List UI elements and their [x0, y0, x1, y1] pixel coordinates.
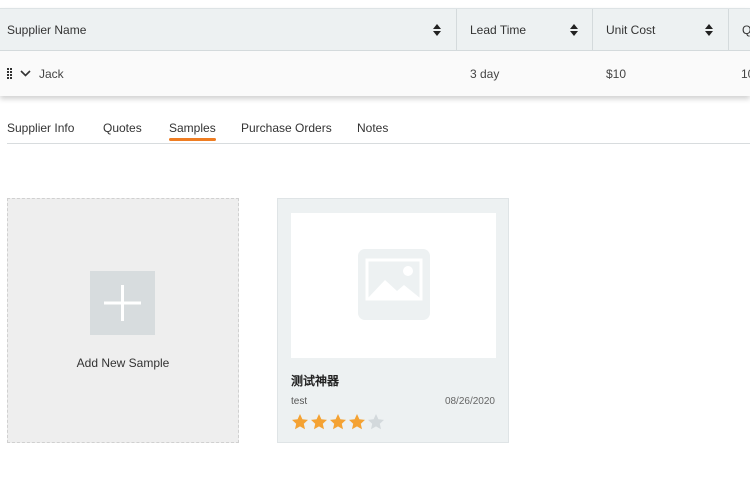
star-icon[interactable]: [292, 414, 308, 430]
add-new-sample-label: Add New Sample: [76, 356, 170, 370]
star-icon[interactable]: [368, 414, 384, 430]
cell-quantity: 10: [741, 66, 750, 81]
sample-date: 08/26/2020: [444, 396, 495, 407]
star-rating[interactable]: [291, 413, 385, 431]
drag-handle-icon[interactable]: [7, 68, 12, 79]
image-placeholder-icon: [358, 249, 430, 320]
column-header-quantity[interactable]: Q: [728, 9, 750, 51]
column-header-lead-time[interactable]: Lead Time: [456, 9, 592, 51]
tab-supplier-info[interactable]: Supplier Info: [7, 121, 74, 135]
column-label: Unit Cost: [606, 23, 656, 37]
column-label: Lead Time: [470, 23, 527, 37]
table-row[interactable]: Jack 3 day $10 10: [0, 51, 750, 96]
cell-lead-time: 3 day: [470, 66, 500, 81]
tab-notes[interactable]: Notes: [357, 121, 388, 135]
tab-purchase-orders[interactable]: Purchase Orders: [241, 121, 332, 135]
star-icon[interactable]: [311, 414, 327, 430]
sort-icon[interactable]: [433, 24, 441, 36]
column-label: Q: [742, 23, 750, 37]
supplier-table: Supplier Name Lead Time Unit Cost Q Jack…: [0, 8, 750, 96]
star-icon[interactable]: [349, 414, 365, 430]
sample-card[interactable]: 测试神器 test 08/26/2020: [277, 198, 509, 443]
sort-icon[interactable]: [705, 24, 713, 36]
sort-icon[interactable]: [570, 24, 578, 36]
tab-quotes[interactable]: Quotes: [103, 121, 142, 135]
cell-unit-cost: $10: [606, 66, 627, 81]
column-header-supplier-name[interactable]: Supplier Name: [0, 9, 456, 51]
star-icon[interactable]: [330, 414, 346, 430]
sample-description: test: [291, 396, 308, 407]
table-header: Supplier Name Lead Time Unit Cost Q: [0, 8, 750, 51]
column-header-unit-cost[interactable]: Unit Cost: [592, 9, 728, 51]
detail-tabs: Supplier Info Quotes Samples Purchase Or…: [7, 116, 750, 144]
tab-samples[interactable]: Samples: [169, 121, 216, 141]
add-sample-button[interactable]: [90, 271, 155, 335]
add-new-sample-card[interactable]: Add New Sample: [7, 198, 239, 443]
cell-supplier-name: Jack: [39, 66, 64, 81]
column-label: Supplier Name: [7, 23, 87, 37]
sample-thumbnail[interactable]: [291, 213, 496, 358]
plus-icon: [104, 285, 141, 321]
chevron-down-icon[interactable]: [20, 70, 31, 77]
sample-title: 测试神器: [291, 374, 340, 388]
